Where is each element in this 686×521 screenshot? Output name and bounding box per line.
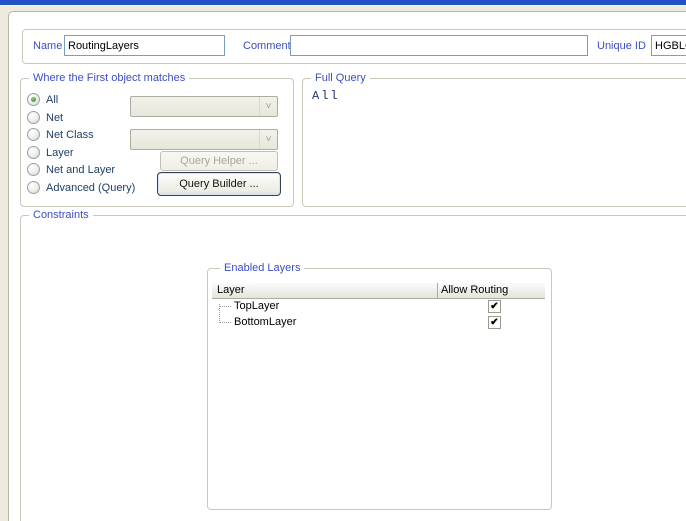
radio-option-label: Net and Layer <box>46 163 116 176</box>
radio-icon <box>27 93 40 106</box>
radio-option-all[interactable]: All <box>27 92 58 107</box>
tree-connector <box>219 322 231 323</box>
radio-option-label: Layer <box>46 146 74 159</box>
unique-id-input[interactable] <box>651 35 686 56</box>
radio-option-label: Advanced (Query) <box>46 181 136 194</box>
checkmark-icon: ✔ <box>490 301 499 312</box>
scope-value-dropdown-2[interactable]: ˅ <box>130 129 278 150</box>
radio-option-net-and-layer[interactable]: Net and Layer <box>27 162 115 177</box>
full-query-title: Full Query <box>311 72 370 85</box>
column-header-layer: Layer <box>217 284 245 296</box>
unique-id-label: Unique ID <box>597 40 646 52</box>
comment-input[interactable] <box>290 35 588 56</box>
radio-option-net-class[interactable]: Net Class <box>27 127 94 142</box>
name-input[interactable] <box>64 35 225 56</box>
full-query-group: Full Query <box>302 72 686 207</box>
radio-icon <box>27 146 40 159</box>
scope-value-dropdown-1[interactable]: ˅ <box>130 96 278 117</box>
checkmark-icon: ✔ <box>490 317 499 328</box>
radio-icon <box>27 181 40 194</box>
query-helper-button[interactable]: Query Helper ... <box>160 151 278 171</box>
column-header-allow-routing: Allow Routing <box>441 284 509 296</box>
full-query-text: All <box>312 89 340 103</box>
allow-routing-checkbox[interactable]: ✔ <box>488 300 501 313</box>
enabled-layers-title: Enabled Layers <box>220 262 305 275</box>
radio-icon <box>27 111 40 124</box>
top-accent-bar <box>0 0 686 6</box>
query-builder-button[interactable]: Query Builder ... <box>157 172 281 196</box>
layer-row-label[interactable]: BottomLayer <box>234 316 296 329</box>
first-object-matches-title: Where the First object matches <box>29 72 190 85</box>
allow-routing-checkbox[interactable]: ✔ <box>488 316 501 329</box>
rule-editor-screen: Name Comment Unique ID Where the First o… <box>0 0 686 521</box>
radio-option-label: Net Class <box>46 128 94 141</box>
radio-icon <box>27 128 40 141</box>
radio-option-label: All <box>46 93 59 106</box>
constraints-title: Constraints <box>29 209 93 222</box>
tree-connector <box>219 306 231 307</box>
radio-icon <box>27 163 40 176</box>
column-divider <box>437 283 438 298</box>
radio-option-advanced-query[interactable]: Advanced (Query) <box>27 180 135 195</box>
name-label: Name <box>33 40 63 52</box>
radio-option-layer[interactable]: Layer <box>27 145 74 160</box>
chevron-down-icon: ˅ <box>259 97 277 116</box>
radio-option-net[interactable]: Net <box>27 110 63 125</box>
chevron-down-icon: ˅ <box>259 130 277 149</box>
radio-option-label: Net <box>46 111 64 124</box>
layer-row-label[interactable]: TopLayer <box>234 300 279 313</box>
comment-label: Comment <box>243 40 291 52</box>
